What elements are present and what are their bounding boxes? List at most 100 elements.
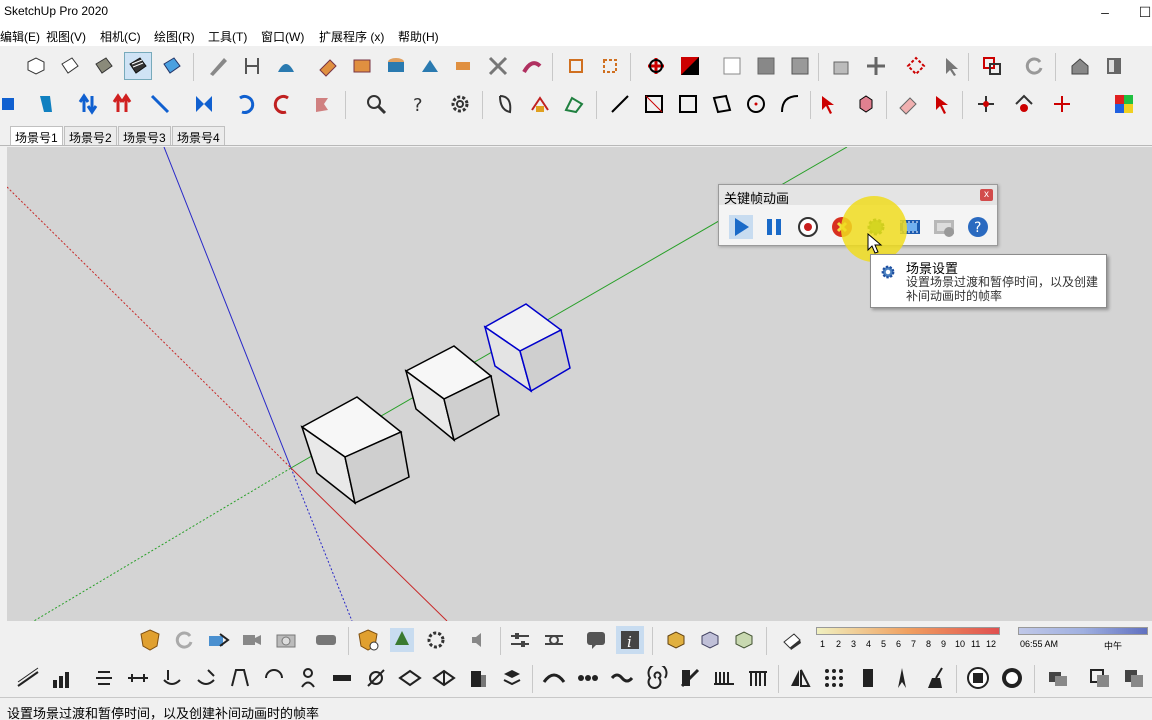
dots-icon[interactable] (574, 664, 602, 692)
drape-icon[interactable] (526, 90, 554, 118)
shadow-time-slider[interactable]: 06:55 AM 中午 (1018, 627, 1148, 655)
model-info-icon[interactable] (964, 664, 992, 692)
record-icon[interactable] (794, 213, 822, 241)
compass-icon[interactable] (888, 664, 916, 692)
help-icon[interactable]: ? (964, 213, 992, 241)
rect-diag-icon[interactable] (640, 90, 668, 118)
spiral-icon[interactable] (642, 664, 670, 692)
gear-icon[interactable] (446, 90, 474, 118)
maximize-button[interactable]: ☐ (1130, 2, 1152, 22)
help-question-icon[interactable]: ? (404, 90, 432, 118)
group-icon[interactable] (596, 52, 624, 80)
stairs-line-icon[interactable] (14, 664, 42, 692)
position-camera-icon[interactable] (1048, 90, 1076, 118)
clock-icon[interactable] (998, 664, 1026, 692)
menu-draw[interactable]: 绘图(R) (154, 28, 195, 45)
node-icon[interactable] (362, 664, 390, 692)
loop-icon[interactable] (260, 664, 288, 692)
select-mode-icon[interactable] (936, 52, 964, 80)
offset-icon[interactable] (190, 90, 218, 118)
person-icon[interactable] (294, 664, 322, 692)
pen-slash-icon[interactable] (676, 664, 704, 692)
tab-scene-2[interactable]: 场景号2 (64, 126, 117, 145)
paint-icon[interactable] (32, 90, 60, 118)
eraser-icon[interactable] (314, 52, 342, 80)
dot-grid-icon[interactable] (820, 664, 848, 692)
walk-icon[interactable] (308, 90, 336, 118)
rotated-rect-icon[interactable] (708, 90, 736, 118)
protractor-icon[interactable] (272, 52, 300, 80)
move-red-icon[interactable] (108, 90, 136, 118)
intersect-icon[interactable] (430, 664, 458, 692)
play-icon[interactable] (727, 213, 755, 241)
color-palette-icon[interactable] (1110, 90, 1138, 118)
solid-box-icon[interactable] (662, 626, 690, 654)
extrude-icon[interactable] (158, 664, 186, 692)
shaded-icon[interactable] (90, 52, 118, 80)
bars-icon[interactable] (48, 664, 76, 692)
pencil-icon[interactable] (204, 52, 232, 80)
tab-scene-3[interactable]: 场景号3 (118, 126, 171, 145)
tree-icon[interactable] (388, 626, 416, 654)
move-up-icon[interactable] (74, 90, 102, 118)
columns-icon[interactable] (744, 664, 772, 692)
subtract-box-icon[interactable] (730, 626, 758, 654)
mirror-icon[interactable] (786, 664, 814, 692)
shadow-toggle-icon[interactable] (778, 626, 806, 654)
pause-icon[interactable] (760, 213, 788, 241)
cut-icon[interactable] (498, 664, 526, 692)
settings-gear-icon[interactable] (422, 626, 450, 654)
profile-builder-icon[interactable] (90, 664, 118, 692)
keyframe-panel-close-button[interactable]: x (980, 189, 993, 201)
dimension-icon[interactable] (238, 52, 266, 80)
tab-scene-4[interactable]: 场景号4 (172, 126, 225, 145)
reload-icon[interactable] (170, 626, 198, 654)
pushpull-icon[interactable] (416, 52, 444, 80)
component-shield-icon[interactable] (136, 626, 164, 654)
comb-icon[interactable] (710, 664, 738, 692)
visibility-icon[interactable] (540, 626, 568, 654)
refresh-icon[interactable] (1020, 52, 1048, 80)
menu-help[interactable]: 帮助(H) (398, 28, 439, 45)
arch-icon[interactable] (226, 664, 254, 692)
menu-window[interactable]: 窗口(W) (261, 28, 304, 45)
rotate-red-icon[interactable] (268, 90, 296, 118)
camera-icon[interactable] (272, 626, 300, 654)
warehouse-icon[interactable] (1066, 52, 1094, 80)
face-icon[interactable] (56, 52, 84, 80)
scale-icon[interactable] (978, 52, 1006, 80)
rectangle-icon[interactable] (348, 52, 376, 80)
tab-scene-1[interactable]: 场景号1 (10, 126, 63, 145)
flat-bar-icon[interactable] (328, 664, 356, 692)
minimize-button[interactable]: – (1090, 2, 1120, 22)
paste-stack-icon[interactable] (1120, 664, 1148, 692)
style-gray-icon[interactable] (752, 52, 780, 80)
menu-view[interactable]: 视图(V) (46, 28, 86, 45)
comment-icon[interactable] (582, 626, 610, 654)
month-slider-track[interactable] (816, 627, 1000, 635)
menu-edit[interactable]: 编辑(E) (0, 28, 40, 45)
cylinder-icon[interactable] (382, 52, 410, 80)
arc-icon[interactable] (776, 90, 804, 118)
style-white-icon[interactable] (718, 52, 746, 80)
speaker-icon[interactable] (466, 626, 494, 654)
xray-icon[interactable] (158, 52, 186, 80)
component-icon[interactable] (562, 52, 590, 80)
curve-extrude-icon[interactable] (192, 664, 220, 692)
eraser-tool-icon[interactable] (894, 90, 922, 118)
time-slider-track[interactable] (1018, 627, 1148, 635)
sandbox-icon[interactable] (518, 52, 546, 80)
broom-icon[interactable] (922, 664, 950, 692)
follow-me-icon[interactable] (146, 90, 174, 118)
circle-icon[interactable] (742, 90, 770, 118)
arch-bridge-icon[interactable] (540, 664, 568, 692)
pan-icon[interactable] (862, 52, 890, 80)
section-plane-icon[interactable] (642, 52, 670, 80)
select-blue-icon[interactable] (0, 90, 22, 118)
video-camera-icon[interactable] (238, 626, 266, 654)
section-display-icon[interactable] (676, 52, 704, 80)
saw-icon[interactable] (484, 52, 512, 80)
terrain-icon[interactable] (560, 90, 588, 118)
union-box-icon[interactable] (696, 626, 724, 654)
panel-icon[interactable] (854, 664, 882, 692)
